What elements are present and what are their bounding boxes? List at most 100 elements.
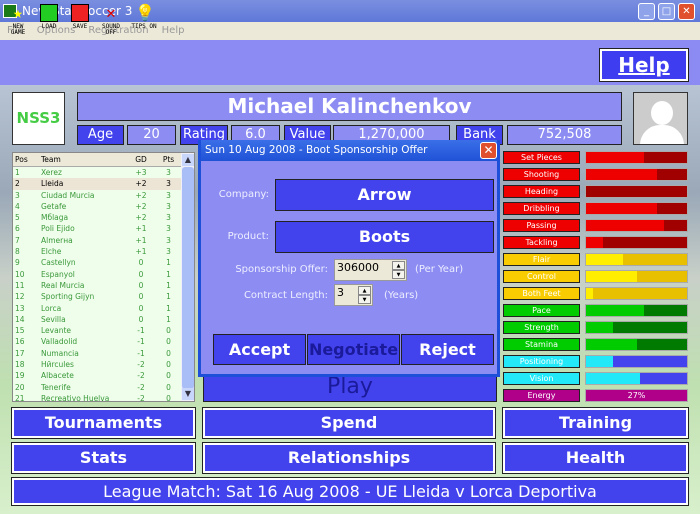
col-pos[interactable]: Pos [13,153,40,166]
league-row[interactable]: 12 Sporting Gijуn 0 1 [13,291,181,302]
league-row[interactable]: 18 Hйrcules -2 0 [13,359,181,370]
league-table[interactable]: Pos Team GD Pts 1 Xerez +3 3 2 Lleida +2 3 3 Ciudad … [12,152,195,402]
league-cell: 3 [166,179,171,189]
league-cell: Numancia [41,348,79,358]
league-cell: 0 [138,280,144,290]
league-row[interactable]: 4 Getafe +2 3 [13,201,181,212]
minimize-button[interactable]: _ [638,3,655,20]
age-value: 20 [127,125,176,145]
negotiate-button[interactable]: Negotiate [307,334,400,365]
tournaments-button[interactable]: Tournaments [11,407,196,439]
spin-down-icon[interactable]: ▼ [358,295,371,304]
sponsorship-dialog: Sun 10 Aug 2008 - Boot Sponsorship Offer… [198,140,500,377]
close-button[interactable]: ✕ [678,3,695,20]
length-value[interactable]: 3 [337,286,344,299]
league-row[interactable]: 11 Real Murcia 0 1 [13,280,181,291]
league-row[interactable]: 6 Poli Ejido +1 3 [13,223,181,234]
menu-help[interactable]: Help [162,25,185,36]
skill-bar [585,287,688,300]
league-cell: -1 [137,348,145,358]
load-button[interactable]: LOAD [35,4,63,30]
col-team[interactable]: Team [40,153,126,166]
floppy-red-icon [71,4,89,22]
league-cell: Sevilla [41,314,66,324]
league-cell: Elche [41,247,62,257]
skill-label: Passing [503,219,580,232]
league-cell: 17 [15,348,25,358]
league-row[interactable]: 20 Tenerife -2 0 [13,382,181,393]
league-row[interactable]: 3 Ciudad Murcia +2 3 [13,190,181,201]
league-cell: -1 [137,337,145,347]
skill-bar-fill [586,220,664,231]
league-cell: 18 [15,360,25,370]
league-cell: 0 [138,269,144,279]
league-scrollbar[interactable]: ▲ ▼ [181,153,194,401]
skill-bar-fill [586,169,657,180]
league-row[interactable]: 15 Levante -1 0 [13,325,181,336]
reject-button[interactable]: Reject [401,334,494,365]
help-button[interactable]: Help [599,48,689,82]
league-cell: +2 [135,190,147,200]
training-button[interactable]: Training [502,407,689,439]
league-row[interactable]: 1 Xerez +3 3 [13,167,181,178]
league-cell: +2 [135,213,147,223]
player-photo [633,92,688,145]
scroll-thumb[interactable] [182,167,194,389]
spin-up-icon[interactable]: ▲ [392,261,405,270]
tips-on-button[interactable]: 💡 TIPS ON [130,4,158,30]
league-row[interactable]: 5 Mбlaga +2 3 [13,212,181,223]
skill-bar [585,185,688,198]
league-cell: 0 [166,371,171,381]
league-row[interactable]: 19 Albacete -2 0 [13,370,181,381]
league-cell: 3 [166,235,171,245]
col-pts[interactable]: Pts [156,153,181,166]
new-game-button[interactable]: ★ NEW GAME [4,4,32,36]
league-row[interactable]: 10 Espanyol 0 1 [13,269,181,280]
spin-down-icon[interactable]: ▼ [392,270,405,279]
league-row[interactable]: 8 Elche +1 3 [13,246,181,257]
league-cell: Almerнa [41,235,73,245]
league-row[interactable]: 16 Valladolid -1 0 [13,336,181,347]
league-row[interactable]: 9 Castellуn 0 1 [13,257,181,268]
health-button[interactable]: Health [502,442,689,474]
spin-up-icon[interactable]: ▲ [358,286,371,295]
skill-label: Stamina [503,338,580,351]
league-cell: Getafe [41,201,67,211]
spend-button[interactable]: Spend [202,407,496,439]
scroll-down-icon[interactable]: ▼ [182,388,194,400]
league-row[interactable]: 13 Lorca 0 1 [13,303,181,314]
company-value: Arrow [275,179,494,211]
relationships-button[interactable]: Relationships [202,442,496,474]
col-gd[interactable]: GD [126,153,156,166]
league-row[interactable]: 21 Recreativo Huelva -2 0 [13,393,181,401]
sound-off-button[interactable]: ✕ SOUND OFF [97,4,125,36]
energy-label: Energy [503,389,580,402]
league-row[interactable]: 14 Sevilla 0 1 [13,314,181,325]
skill-label: Strength [503,321,580,334]
skill-label: Flair [503,253,580,266]
league-cell: 0 [138,292,144,302]
league-row[interactable]: 7 Almerнa +1 3 [13,235,181,246]
stats-button[interactable]: Stats [11,442,196,474]
length-spinner[interactable]: 3 ▲ ▼ [334,284,373,306]
maximize-button[interactable]: □ [658,3,675,20]
accept-button[interactable]: Accept [213,334,306,365]
league-row[interactable]: 17 Numancia -1 0 [13,348,181,359]
league-cell: -2 [137,360,145,370]
league-cell: Real Murcia [41,280,85,290]
league-cell: Levante [41,326,72,336]
scroll-up-icon[interactable]: ▲ [182,154,194,166]
save-button[interactable]: SAVE [66,4,94,30]
skill-bar [585,338,688,351]
league-row[interactable]: 2 Lleida +2 3 [13,178,181,190]
player-name: Michael Kalinchenkov [77,92,622,121]
league-cell: +1 [135,235,147,245]
offer-spinner[interactable]: 306000 ▲ ▼ [334,259,407,281]
skill-label: Shooting [503,168,580,181]
offer-value[interactable]: 306000 [337,261,379,274]
skill-label: Control [503,270,580,283]
dialog-close-button[interactable]: ✕ [480,142,497,159]
league-cell: 7 [15,235,20,245]
league-cell: 19 [15,371,25,381]
league-cell: 1 [166,280,171,290]
